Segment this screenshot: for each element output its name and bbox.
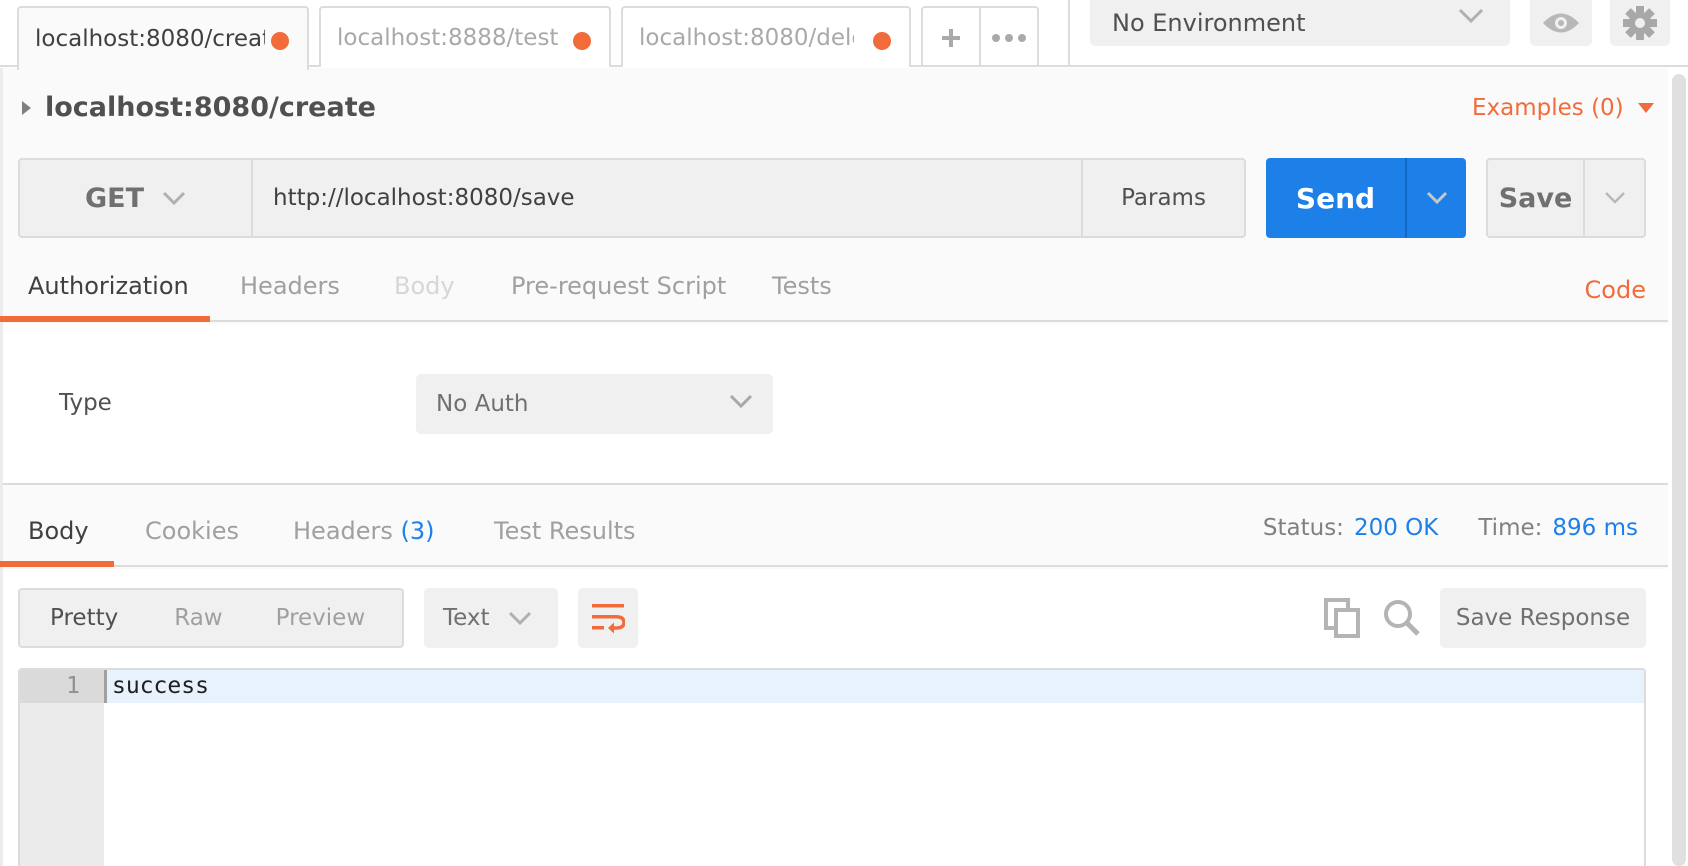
search-icon: [1384, 600, 1420, 636]
tab-actions: [921, 6, 1039, 67]
method-select[interactable]: GET: [20, 160, 253, 236]
save-response-button[interactable]: Save Response: [1440, 588, 1646, 648]
view-mode-preview[interactable]: Preview: [276, 605, 366, 631]
unsaved-dot-icon: [271, 32, 289, 50]
scrollbar[interactable]: [1672, 74, 1686, 866]
view-mode-raw[interactable]: Raw: [174, 605, 222, 631]
tab-body[interactable]: Body: [394, 272, 455, 300]
tab-tests[interactable]: Tests: [772, 272, 832, 300]
new-tab-button[interactable]: [923, 8, 979, 67]
wrap-lines-button[interactable]: [578, 588, 638, 648]
auth-type-select[interactable]: No Auth: [416, 374, 773, 434]
format-value: Text: [443, 605, 490, 631]
save-response-label: Save Response: [1455, 605, 1631, 631]
request-tab[interactable]: localhost:8080/delete: [621, 6, 911, 67]
status-label: Status:: [1262, 515, 1344, 541]
expand-caret-icon: [22, 100, 31, 115]
status-value[interactable]: 200 OK: [1354, 515, 1438, 541]
response-meta: Status: 200 OK Time: 896 ms: [1263, 515, 1638, 541]
method-value: GET: [84, 182, 145, 214]
request-tab[interactable]: localhost:8080/create: [17, 6, 309, 70]
tab-authorization[interactable]: Authorization: [28, 272, 189, 300]
word-wrap-icon: [592, 604, 625, 634]
more-tabs-button[interactable]: [979, 8, 1037, 67]
request-name: localhost:8080/create: [45, 92, 376, 123]
request-tabs: Authorization Headers Body Pre-request S…: [0, 268, 1668, 322]
request-bar: GET Params: [18, 158, 1246, 238]
text-cursor: [104, 670, 107, 703]
unsaved-dot-icon: [873, 32, 891, 50]
response-editor[interactable]: 1 success: [18, 668, 1646, 866]
send-options-button[interactable]: [1405, 158, 1466, 238]
environment-select[interactable]: No Environment: [1090, 0, 1510, 46]
auth-type-label: Type: [59, 390, 112, 416]
eye-icon: [1543, 13, 1579, 33]
params-label: Params: [1121, 185, 1206, 211]
tab-pre-request-script[interactable]: Pre-request Script: [511, 272, 726, 300]
chevron-down-icon: [1604, 192, 1625, 204]
tab-cookies[interactable]: Cookies: [145, 517, 239, 545]
chevron-down-icon: [729, 394, 753, 409]
code-line: success: [112, 673, 209, 699]
time-value[interactable]: 896 ms: [1552, 515, 1638, 541]
examples-dropdown[interactable]: Examples (0): [1472, 95, 1654, 121]
request-tab[interactable]: localhost:8888/test: [319, 6, 611, 67]
active-tab-indicator: [0, 316, 210, 322]
send-label: Send: [1295, 181, 1376, 215]
params-button[interactable]: Params: [1081, 160, 1244, 236]
tab-label: localhost:8888/test: [337, 24, 559, 51]
chevron-down-icon: [508, 611, 531, 625]
tab-test-results[interactable]: Test Results: [494, 517, 636, 545]
line-number: 1: [20, 670, 104, 703]
ellipsis-icon: [992, 33, 1026, 42]
active-tab-indicator: [0, 561, 114, 567]
chevron-down-icon: [1426, 191, 1447, 205]
copy-icon: [1324, 598, 1360, 638]
plus-icon: [942, 28, 960, 47]
tab-label: localhost:8080/create: [35, 26, 265, 52]
url-input[interactable]: [253, 160, 1081, 236]
auth-type-value: No Auth: [436, 391, 529, 417]
view-mode-toggle: Pretty Raw Preview: [18, 588, 404, 648]
environment-quick-look-button[interactable]: [1530, 0, 1592, 46]
tab-headers[interactable]: Headers: [240, 272, 340, 300]
save-options-button[interactable]: [1585, 160, 1644, 236]
active-line-highlight: [104, 670, 1644, 703]
tab-label: localhost:8080/delete: [639, 24, 854, 51]
save-button[interactable]: Save: [1488, 160, 1585, 236]
response-tabs: Body Cookies Headers (3) Test Results St…: [0, 487, 1668, 567]
line-number-gutter: 1: [20, 670, 104, 866]
search-button[interactable]: [1382, 598, 1422, 642]
caret-down-icon: [1637, 103, 1654, 113]
save-label: Save: [1498, 182, 1573, 214]
unsaved-dot-icon: [573, 32, 591, 50]
settings-button[interactable]: [1610, 0, 1670, 46]
examples-label: Examples (0): [1472, 95, 1624, 121]
header-count-badge: (3): [400, 517, 435, 545]
send-button[interactable]: Send: [1266, 158, 1405, 238]
save-button-group: Save: [1486, 158, 1646, 238]
tab-response-body[interactable]: Body: [28, 517, 89, 545]
divider: [1068, 0, 1070, 66]
tab-response-headers[interactable]: Headers (3): [293, 517, 435, 545]
time-label: Time:: [1478, 515, 1543, 541]
copy-button[interactable]: [1324, 598, 1360, 642]
chevron-down-icon: [1458, 8, 1484, 24]
gear-icon: [1623, 6, 1657, 40]
environment-value: No Environment: [1112, 9, 1306, 37]
request-title[interactable]: localhost:8080/create: [22, 92, 376, 123]
code-link[interactable]: Code: [1585, 276, 1646, 304]
view-mode-pretty[interactable]: Pretty: [50, 605, 118, 631]
authorization-panel: Type No Auth: [3, 324, 1668, 485]
chevron-down-icon: [162, 191, 186, 205]
tab-label: Headers: [293, 517, 393, 545]
send-button-group: Send: [1266, 158, 1466, 238]
format-select[interactable]: Text: [424, 588, 558, 648]
